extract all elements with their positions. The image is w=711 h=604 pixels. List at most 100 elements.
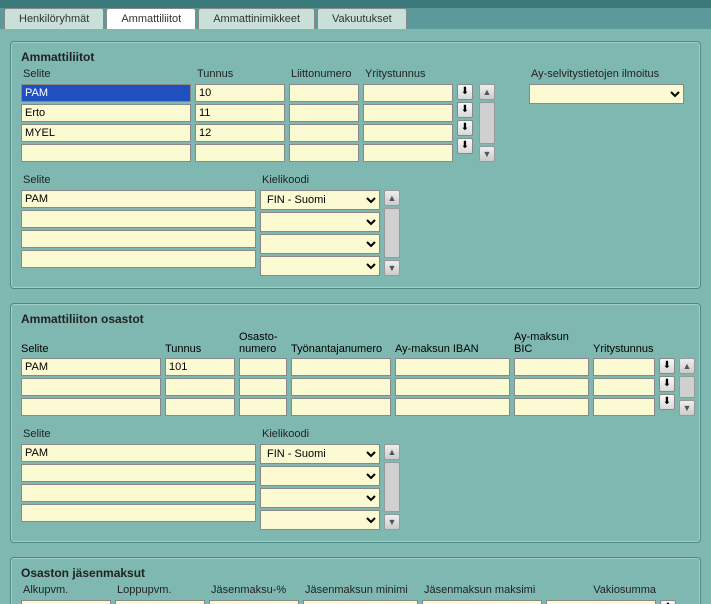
col-header: Selite [21, 426, 256, 442]
scroll-up-icon[interactable]: ▲ [384, 190, 400, 206]
scroll-down-icon[interactable]: ▼ [384, 514, 400, 530]
tunnus-input[interactable] [195, 104, 285, 122]
iban-input[interactable] [395, 378, 510, 396]
col-header: Loppupvm. [115, 582, 205, 598]
sub-selite-input[interactable] [21, 230, 256, 248]
scroll-down-icon[interactable]: ▼ [679, 400, 695, 416]
tyonantaja-input[interactable] [291, 358, 391, 376]
scroll-down-icon[interactable]: ▼ [479, 146, 495, 162]
kielikoodi-select[interactable] [260, 488, 380, 508]
liittonumero-input[interactable] [289, 144, 359, 162]
scrollbar[interactable] [384, 208, 400, 258]
tunnus-input[interactable] [165, 378, 235, 396]
selite-input[interactable] [21, 398, 161, 416]
bic-input[interactable] [514, 378, 589, 396]
scroll-up-icon[interactable]: ▲ [384, 444, 400, 460]
col-header: Osasto- numero [239, 328, 287, 356]
sub-selite-input[interactable] [21, 444, 256, 462]
yritys-input[interactable] [593, 358, 655, 376]
sub-selite-input[interactable] [21, 504, 256, 522]
ay-select[interactable] [529, 84, 684, 104]
kielikoodi-select[interactable] [260, 256, 380, 276]
col-header: Tunnus [195, 66, 285, 82]
col-header: Vakiosumma [546, 582, 656, 598]
iban-input[interactable] [395, 398, 510, 416]
sub-selite-input[interactable] [21, 250, 256, 268]
yritystunnus-input[interactable] [363, 124, 453, 142]
scrollbar[interactable] [679, 376, 695, 398]
col-header: Työnantajanumero [291, 328, 391, 356]
scroll-down-icon[interactable]: ▼ [384, 260, 400, 276]
download-icon[interactable]: ⬇ [659, 394, 675, 410]
iban-input[interactable] [395, 358, 510, 376]
kielikoodi-select[interactable] [260, 466, 380, 486]
tunnus-input[interactable] [195, 84, 285, 102]
panel-osastot: Ammattiliiton osastot Selite Tunnus Osas… [10, 303, 701, 543]
col-header: Ay-maksun BIC [514, 328, 589, 356]
scroll-up-icon[interactable]: ▲ [679, 358, 695, 374]
sub-selite-input[interactable] [21, 190, 256, 208]
col-header: Yritystunnus [363, 66, 453, 82]
yritystunnus-input[interactable] [363, 144, 453, 162]
liittonumero-input[interactable] [289, 104, 359, 122]
col-header: Selite [21, 328, 161, 356]
tyonantaja-input[interactable] [291, 378, 391, 396]
kielikoodi-select[interactable] [260, 234, 380, 254]
col-header: Alkupvm. [21, 582, 111, 598]
bic-input[interactable] [514, 358, 589, 376]
download-icon[interactable]: ⬇ [457, 120, 473, 136]
download-icon[interactable]: ⬇ [659, 358, 675, 374]
col-header: Jäsenmaksu-% [209, 582, 299, 598]
tunnus-input[interactable] [165, 358, 235, 376]
yritystunnus-input[interactable] [363, 104, 453, 122]
yritystunnus-input[interactable] [363, 84, 453, 102]
sub-selite-input[interactable] [21, 464, 256, 482]
tab-vakuutukset[interactable]: Vakuutukset [317, 8, 407, 29]
tab-ammattinimikkeet[interactable]: Ammattinimikkeet [198, 8, 315, 29]
download-icon[interactable]: ⬇ [457, 84, 473, 100]
kielikoodi-select[interactable] [260, 510, 380, 530]
tunnus-input[interactable] [195, 124, 285, 142]
selite-input[interactable] [21, 84, 191, 102]
col-header: Selite [21, 172, 256, 188]
download-icon[interactable]: ⬇ [457, 102, 473, 118]
liittonumero-input[interactable] [289, 124, 359, 142]
tunnus-input[interactable] [165, 398, 235, 416]
col-header: Jäsenmaksun maksimi [422, 582, 542, 598]
col-header: Jäsenmaksun minimi [303, 582, 418, 598]
tab-bar: Henkilöryhmät Ammattiliitot Ammattinimik… [0, 8, 711, 29]
panel-title: Osaston jäsenmaksut [21, 566, 690, 580]
selite-input[interactable] [21, 124, 191, 142]
sub-selite-input[interactable] [21, 210, 256, 228]
kielikoodi-select[interactable]: FIN - Suomi [260, 190, 380, 210]
sub-selite-input[interactable] [21, 484, 256, 502]
col-header: Liittonumero [289, 66, 359, 82]
osasto-input[interactable] [239, 358, 287, 376]
col-header: Kielikoodi [260, 426, 380, 442]
selite-input[interactable] [21, 104, 191, 122]
kielikoodi-select[interactable] [260, 212, 380, 232]
download-icon[interactable]: ⬇ [659, 376, 675, 392]
panel-jasenmaksut: Osaston jäsenmaksut Alkupvm. Loppupvm. J… [10, 557, 701, 604]
osasto-input[interactable] [239, 378, 287, 396]
osasto-input[interactable] [239, 398, 287, 416]
tab-ammattiliitot[interactable]: Ammattiliitot [106, 8, 196, 29]
panel-title: Ammattiliitot [21, 50, 690, 64]
scroll-up-icon[interactable]: ▲ [479, 84, 495, 100]
selite-input[interactable] [21, 144, 191, 162]
col-header: Ay-maksun IBAN [395, 328, 510, 356]
download-icon[interactable]: ⬇ [457, 138, 473, 154]
kielikoodi-select[interactable]: FIN - Suomi [260, 444, 380, 464]
selite-input[interactable] [21, 358, 161, 376]
yritys-input[interactable] [593, 398, 655, 416]
selite-input[interactable] [21, 378, 161, 396]
yritys-input[interactable] [593, 378, 655, 396]
tyonantaja-input[interactable] [291, 398, 391, 416]
tab-henkiloryhmat[interactable]: Henkilöryhmät [4, 8, 104, 29]
tunnus-input[interactable] [195, 144, 285, 162]
panel-ammattiliitot: Ammattiliitot Selite Tunnus Liittonumero [10, 41, 701, 289]
liittonumero-input[interactable] [289, 84, 359, 102]
bic-input[interactable] [514, 398, 589, 416]
scrollbar[interactable] [479, 102, 495, 144]
scrollbar[interactable] [384, 462, 400, 512]
